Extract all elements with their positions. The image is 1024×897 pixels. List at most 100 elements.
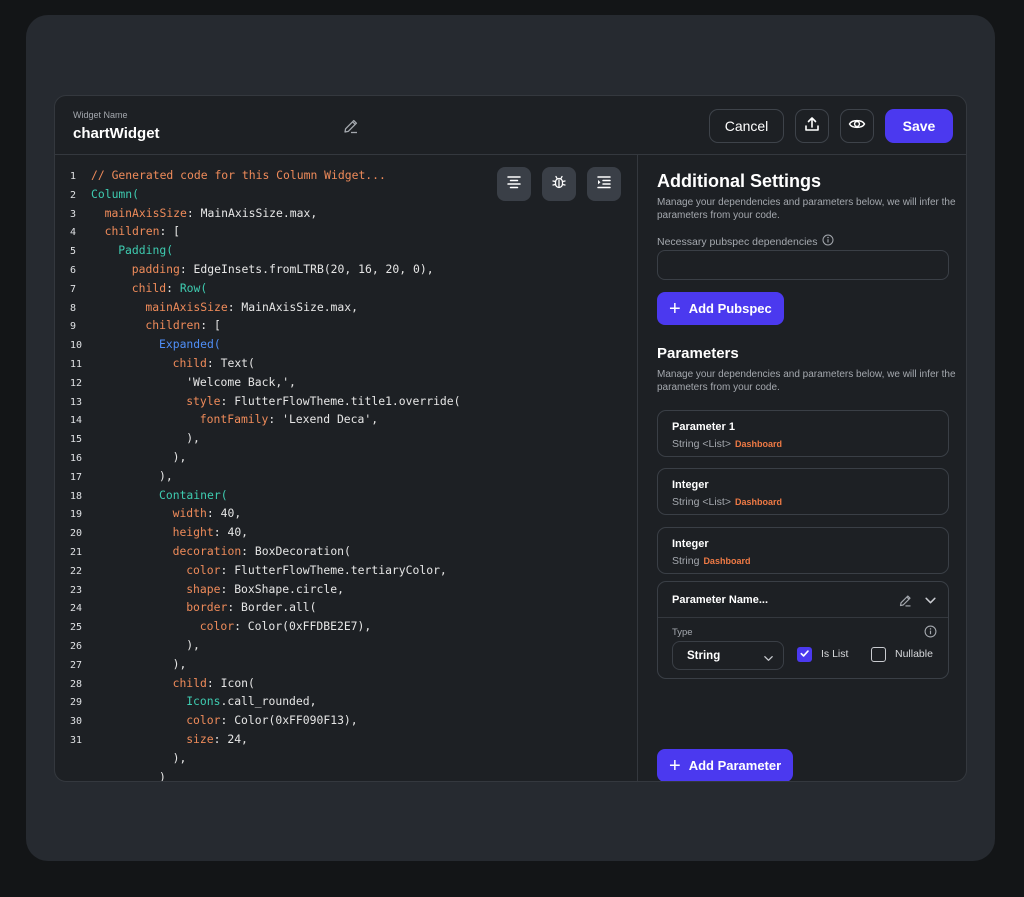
parameters-title: Parameters xyxy=(657,345,739,362)
code-line[interactable]: 31 size: 24, xyxy=(55,730,248,749)
code-text: fontFamily: 'Lexend Deca', xyxy=(91,412,378,426)
code-text: Container( xyxy=(91,488,228,502)
code-token: Column( xyxy=(91,186,140,201)
code-token: : BoxDecoration( xyxy=(241,544,351,558)
code-editor[interactable]: 1// Generated code for this Column Widge… xyxy=(55,155,638,781)
code-token: Row( xyxy=(179,280,208,295)
parameter-name-field[interactable]: Parameter Name... xyxy=(672,594,768,606)
code-text: shape: BoxShape.circle, xyxy=(91,582,344,596)
code-line[interactable]: 2 Column( xyxy=(55,185,139,204)
preview-button[interactable] xyxy=(840,109,874,143)
code-line[interactable]: 17), xyxy=(55,467,173,486)
code-line[interactable]: 7 child: Row( xyxy=(55,279,207,298)
code-line[interactable]: 9 children: [ xyxy=(55,316,221,335)
code-token: Padding( xyxy=(118,243,174,258)
code-token: child xyxy=(172,675,207,690)
code-text: child: Text( xyxy=(91,356,255,370)
code-line[interactable]: 3 mainAxisSize: MainAxisSize.max, xyxy=(55,204,317,223)
cancel-button[interactable]: Cancel xyxy=(709,109,784,143)
format-code-button[interactable] xyxy=(497,167,531,201)
plus-icon: + xyxy=(669,754,681,777)
code-line[interactable]: 30 color: Color(0xFF090F13), xyxy=(55,711,358,730)
is-list-checkbox[interactable] xyxy=(797,647,812,662)
code-token: size xyxy=(186,732,214,746)
bug-icon xyxy=(551,174,567,195)
code-line[interactable]: 8 mainAxisSize: MainAxisSize.max, xyxy=(55,298,358,317)
code-token: : FlutterFlowTheme.tertiaryColor, xyxy=(220,562,447,577)
code-token: mainAxisSize xyxy=(104,205,187,220)
is-list-label: Is List xyxy=(821,648,849,660)
code-line[interactable]: 28 child: Icon( xyxy=(55,674,255,693)
code-line[interactable]: 11 child: Text( xyxy=(55,354,255,373)
code-text: ), xyxy=(91,469,173,483)
code-line[interactable]: 5 Padding( xyxy=(55,241,173,260)
info-icon[interactable] xyxy=(924,625,937,643)
code-line[interactable]: 14 fontFamily: 'Lexend Deca', xyxy=(55,410,378,429)
chevron-down-icon[interactable] xyxy=(924,594,937,612)
type-label: Type xyxy=(672,627,693,638)
debug-button[interactable] xyxy=(542,167,576,201)
code-text: child: Row( xyxy=(91,281,207,295)
code-text: Padding( xyxy=(91,243,173,257)
code-line[interactable]: 25 color: Color(0xFFDBE2E7), xyxy=(55,617,371,636)
add-parameter-button[interactable]: + Add Parameter xyxy=(657,749,794,781)
code-token: border xyxy=(186,600,228,615)
code-line[interactable]: 27), xyxy=(55,655,186,674)
code-line[interactable]: 24 border: Border.all( xyxy=(55,598,317,617)
code-token: child xyxy=(172,356,207,370)
code-token: : Text( xyxy=(206,356,255,370)
indent-button[interactable] xyxy=(587,167,621,201)
code-line[interactable]: 6 padding: EdgeInsets.fromLTRB(20, 16, 20… xyxy=(55,260,434,279)
code-line[interactable]: 21 decoration: BoxDecoration( xyxy=(55,542,351,561)
code-token: 'Welcome Back,', xyxy=(186,374,296,389)
code-line[interactable]: ), xyxy=(55,749,187,768)
code-text: ), xyxy=(91,657,187,671)
type-select[interactable]: String xyxy=(672,641,784,670)
code-token: : [ xyxy=(200,318,221,333)
code-token: shape xyxy=(186,581,221,596)
code-line[interactable]: 16), xyxy=(55,448,186,467)
code-token: : 24, xyxy=(213,732,248,746)
code-token: Icons xyxy=(186,694,221,709)
code-line[interactable]: 22 color: FlutterFlowTheme.tertiaryColor, xyxy=(55,561,447,580)
widget-name-value[interactable]: chartWidget xyxy=(73,125,160,142)
code-text: size: 24, xyxy=(91,732,248,746)
code-line[interactable]: ) xyxy=(55,768,166,781)
export-button[interactable] xyxy=(795,109,829,143)
code-line[interactable]: 23 shape: BoxShape.circle, xyxy=(55,580,344,599)
info-icon[interactable] xyxy=(822,234,834,249)
pubspec-input[interactable] xyxy=(657,250,949,280)
code-line[interactable]: 26), xyxy=(55,636,200,655)
code-token: Container( xyxy=(159,487,228,502)
nullable-checkbox[interactable] xyxy=(871,647,886,662)
align-center-icon xyxy=(506,174,522,195)
code-line[interactable]: 1// Generated code for this Column Widge… xyxy=(55,166,386,185)
code-line[interactable]: 12 'Welcome Back,', xyxy=(55,373,296,392)
edit-pencil-icon[interactable] xyxy=(898,593,913,613)
add-pubspec-button[interactable]: + Add Pubspec xyxy=(657,292,784,325)
code-text: ), xyxy=(91,751,187,765)
code-token: : 40, xyxy=(213,525,249,540)
code-line[interactable]: 18 Container( xyxy=(55,486,228,505)
code-line[interactable]: 19 width: 40, xyxy=(55,504,241,523)
parameter-name: Integer xyxy=(672,479,709,491)
parameter-card[interactable]: Parameter 1 String <List> Dashboard xyxy=(657,410,949,457)
parameter-card[interactable]: Integer String <List> Dashboard xyxy=(657,468,949,515)
code-text: padding: EdgeInsets.fromLTRB(20, 16, 20,… xyxy=(91,262,434,276)
save-button[interactable]: Save xyxy=(885,109,953,143)
code-line[interactable]: 4 children: [ xyxy=(55,222,180,241)
code-line[interactable]: 15), xyxy=(55,429,200,448)
parameter-card[interactable]: Integer String Dashboard xyxy=(657,527,949,574)
parameter-type-text: String <List> xyxy=(672,496,731,508)
code-line[interactable]: 10 Expanded( xyxy=(55,335,221,354)
code-line[interactable]: 13 style: FlutterFlowTheme.title1.overrid… xyxy=(55,392,461,411)
edit-name-pencil-icon[interactable] xyxy=(342,117,360,135)
settings-description: Manage your dependencies and parameters … xyxy=(657,197,956,221)
code-line[interactable]: 29 Icons.call_rounded, xyxy=(55,692,317,711)
code-token: // Generated code for this Column Widget… xyxy=(91,168,386,182)
code-line[interactable]: 20 height: 40, xyxy=(55,523,248,542)
parameter-editor-header[interactable]: Parameter Name... xyxy=(658,582,948,618)
parameter-type: String <List> Dashboard xyxy=(672,438,782,450)
chevron-down-icon xyxy=(763,651,774,669)
code-text: decoration: BoxDecoration( xyxy=(91,544,351,558)
